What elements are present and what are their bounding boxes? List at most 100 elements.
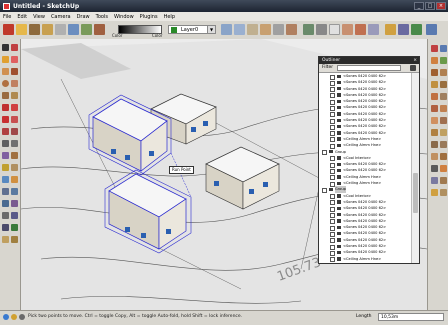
section-plane-icon[interactable] <box>81 24 92 35</box>
zoom-window-icon[interactable] <box>11 188 18 195</box>
maximize-button[interactable]: □ <box>425 2 435 10</box>
pan-icon[interactable] <box>11 176 18 183</box>
solid-split-icon[interactable] <box>440 117 447 124</box>
styles-icon[interactable] <box>431 189 438 196</box>
outliner-close-icon[interactable]: × <box>413 57 417 64</box>
look-around-icon[interactable] <box>2 224 9 231</box>
interact-icon[interactable] <box>440 81 447 88</box>
minimize-button[interactable]: _ <box>414 2 424 10</box>
measurement-box[interactable]: 10,53m <box>378 313 444 321</box>
fog-icon[interactable] <box>440 189 447 196</box>
menu-edit[interactable]: Edit <box>14 14 30 20</box>
google-earth-icon[interactable] <box>411 24 422 35</box>
layers-icon[interactable] <box>431 177 438 184</box>
push-pull-icon[interactable] <box>42 24 53 35</box>
smoove-icon[interactable] <box>11 236 18 243</box>
scenes-icon[interactable] <box>440 177 447 184</box>
outliner-scrollbar[interactable] <box>411 73 419 263</box>
share-model-icon[interactable] <box>440 57 447 64</box>
walk-icon[interactable] <box>11 212 18 219</box>
circle-icon[interactable] <box>2 80 9 87</box>
fog-icon[interactable] <box>398 24 409 35</box>
push-pull-icon[interactable] <box>11 104 18 111</box>
component-attributes-icon[interactable] <box>440 93 447 100</box>
rectangle-icon[interactable] <box>29 24 40 35</box>
toggle-terrain-icon[interactable] <box>440 45 447 52</box>
sandbox-scratch-icon[interactable] <box>440 129 447 136</box>
solid-subtract-icon[interactable] <box>440 105 447 112</box>
stamp-icon[interactable] <box>440 141 447 148</box>
outliner-title-bar[interactable]: Outliner × <box>319 57 419 64</box>
chevron-down-icon[interactable]: ▼ <box>207 26 215 33</box>
zoom-icon[interactable] <box>68 24 79 35</box>
outliner-details-icon[interactable] <box>410 65 416 71</box>
add-location-icon[interactable] <box>431 45 438 52</box>
component-options-icon[interactable] <box>431 93 438 100</box>
shadow-icon[interactable] <box>385 24 396 35</box>
rectangle-icon[interactable] <box>2 68 9 75</box>
protractor-icon[interactable] <box>2 152 9 159</box>
previous-view-icon[interactable] <box>11 200 18 207</box>
position-camera-icon[interactable] <box>2 212 9 219</box>
geo-location-icon[interactable] <box>3 314 9 320</box>
menu-draw[interactable]: Draw <box>74 14 93 20</box>
text-icon[interactable] <box>11 152 18 159</box>
menu-file[interactable]: File <box>0 14 14 20</box>
warehouse-icon[interactable] <box>426 24 437 35</box>
select-icon[interactable] <box>3 24 14 35</box>
menu-camera[interactable]: Camera <box>48 14 74 20</box>
wireframe-icon[interactable] <box>316 24 327 35</box>
shaded-icon[interactable] <box>342 24 353 35</box>
outliner-component-row[interactable]: <Ceiling Almm Hne> <box>319 262 411 264</box>
credits-icon[interactable] <box>11 314 17 320</box>
drape-icon[interactable] <box>431 141 438 148</box>
textured-icon[interactable] <box>355 24 366 35</box>
3d-text-icon[interactable] <box>11 164 18 171</box>
top-view-icon[interactable] <box>234 24 245 35</box>
get-models-icon[interactable] <box>431 57 438 64</box>
make-component-icon[interactable] <box>11 44 18 51</box>
menu-help[interactable]: Help <box>161 14 178 20</box>
scale-icon[interactable] <box>2 128 9 135</box>
rotate-icon[interactable] <box>2 116 9 123</box>
layer-dropdown[interactable]: Layer0 ▼ <box>168 25 216 34</box>
flip-edge-icon[interactable] <box>431 153 438 160</box>
share-component-icon[interactable] <box>431 69 438 76</box>
solid-trim-icon[interactable] <box>431 117 438 124</box>
materials-icon[interactable] <box>440 165 447 172</box>
freehand-icon[interactable] <box>11 92 18 99</box>
offset-icon[interactable] <box>11 128 18 135</box>
menu-view[interactable]: View <box>30 14 48 20</box>
eraser-icon[interactable] <box>11 56 18 63</box>
axes-icon[interactable] <box>2 164 9 171</box>
move-icon[interactable] <box>2 104 9 111</box>
select-icon[interactable] <box>2 44 9 51</box>
monochrome-icon[interactable] <box>368 24 379 35</box>
left-view-icon[interactable] <box>286 24 297 35</box>
solid-union-icon[interactable] <box>431 105 438 112</box>
menu-window[interactable]: Window <box>111 14 137 20</box>
menu-tools[interactable]: Tools <box>93 14 111 20</box>
close-button[interactable]: × <box>436 2 446 10</box>
tape-icon[interactable] <box>2 140 9 147</box>
paint-icon[interactable] <box>2 56 9 63</box>
scrollbar-thumb[interactable] <box>413 173 418 213</box>
iso-view-icon[interactable] <box>221 24 232 35</box>
add-detail-icon[interactable] <box>440 153 447 160</box>
back-view-icon[interactable] <box>273 24 284 35</box>
dynamic-component-icon[interactable] <box>431 81 438 88</box>
follow-me-icon[interactable] <box>11 116 18 123</box>
arc-icon[interactable] <box>11 80 18 87</box>
right-view-icon[interactable] <box>260 24 271 35</box>
components-icon[interactable] <box>94 24 105 35</box>
help-icon[interactable] <box>19 314 25 320</box>
zoom-extents-icon[interactable] <box>2 200 9 207</box>
section-plane-icon[interactable] <box>11 224 18 231</box>
front-view-icon[interactable] <box>247 24 258 35</box>
sandbox-icon[interactable] <box>2 236 9 243</box>
preview-icon[interactable] <box>440 69 447 76</box>
outliner-toggle-icon[interactable] <box>431 165 438 172</box>
xray-icon[interactable] <box>303 24 314 35</box>
zoom-icon[interactable] <box>2 188 9 195</box>
orbit-icon[interactable] <box>2 176 9 183</box>
